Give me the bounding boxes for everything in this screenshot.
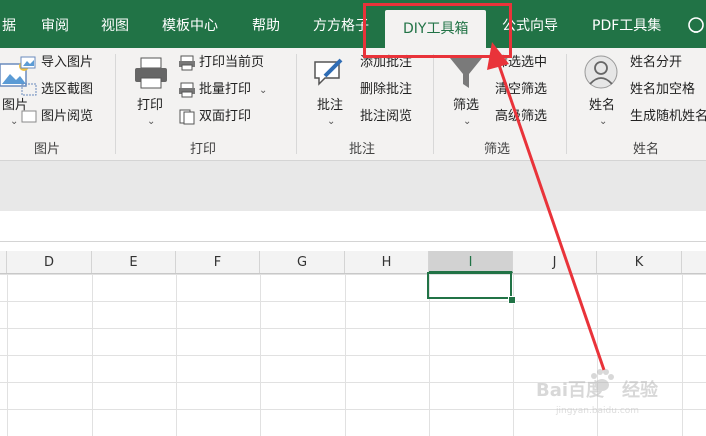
watermark-text: 经验 <box>622 380 658 401</box>
baidu-watermark: Bai百度 经验 jingyan.baidu.com <box>536 368 676 430</box>
watermark-logo: Bai百度 <box>536 380 605 401</box>
watermark-url: jingyan.baidu.com <box>556 406 640 416</box>
